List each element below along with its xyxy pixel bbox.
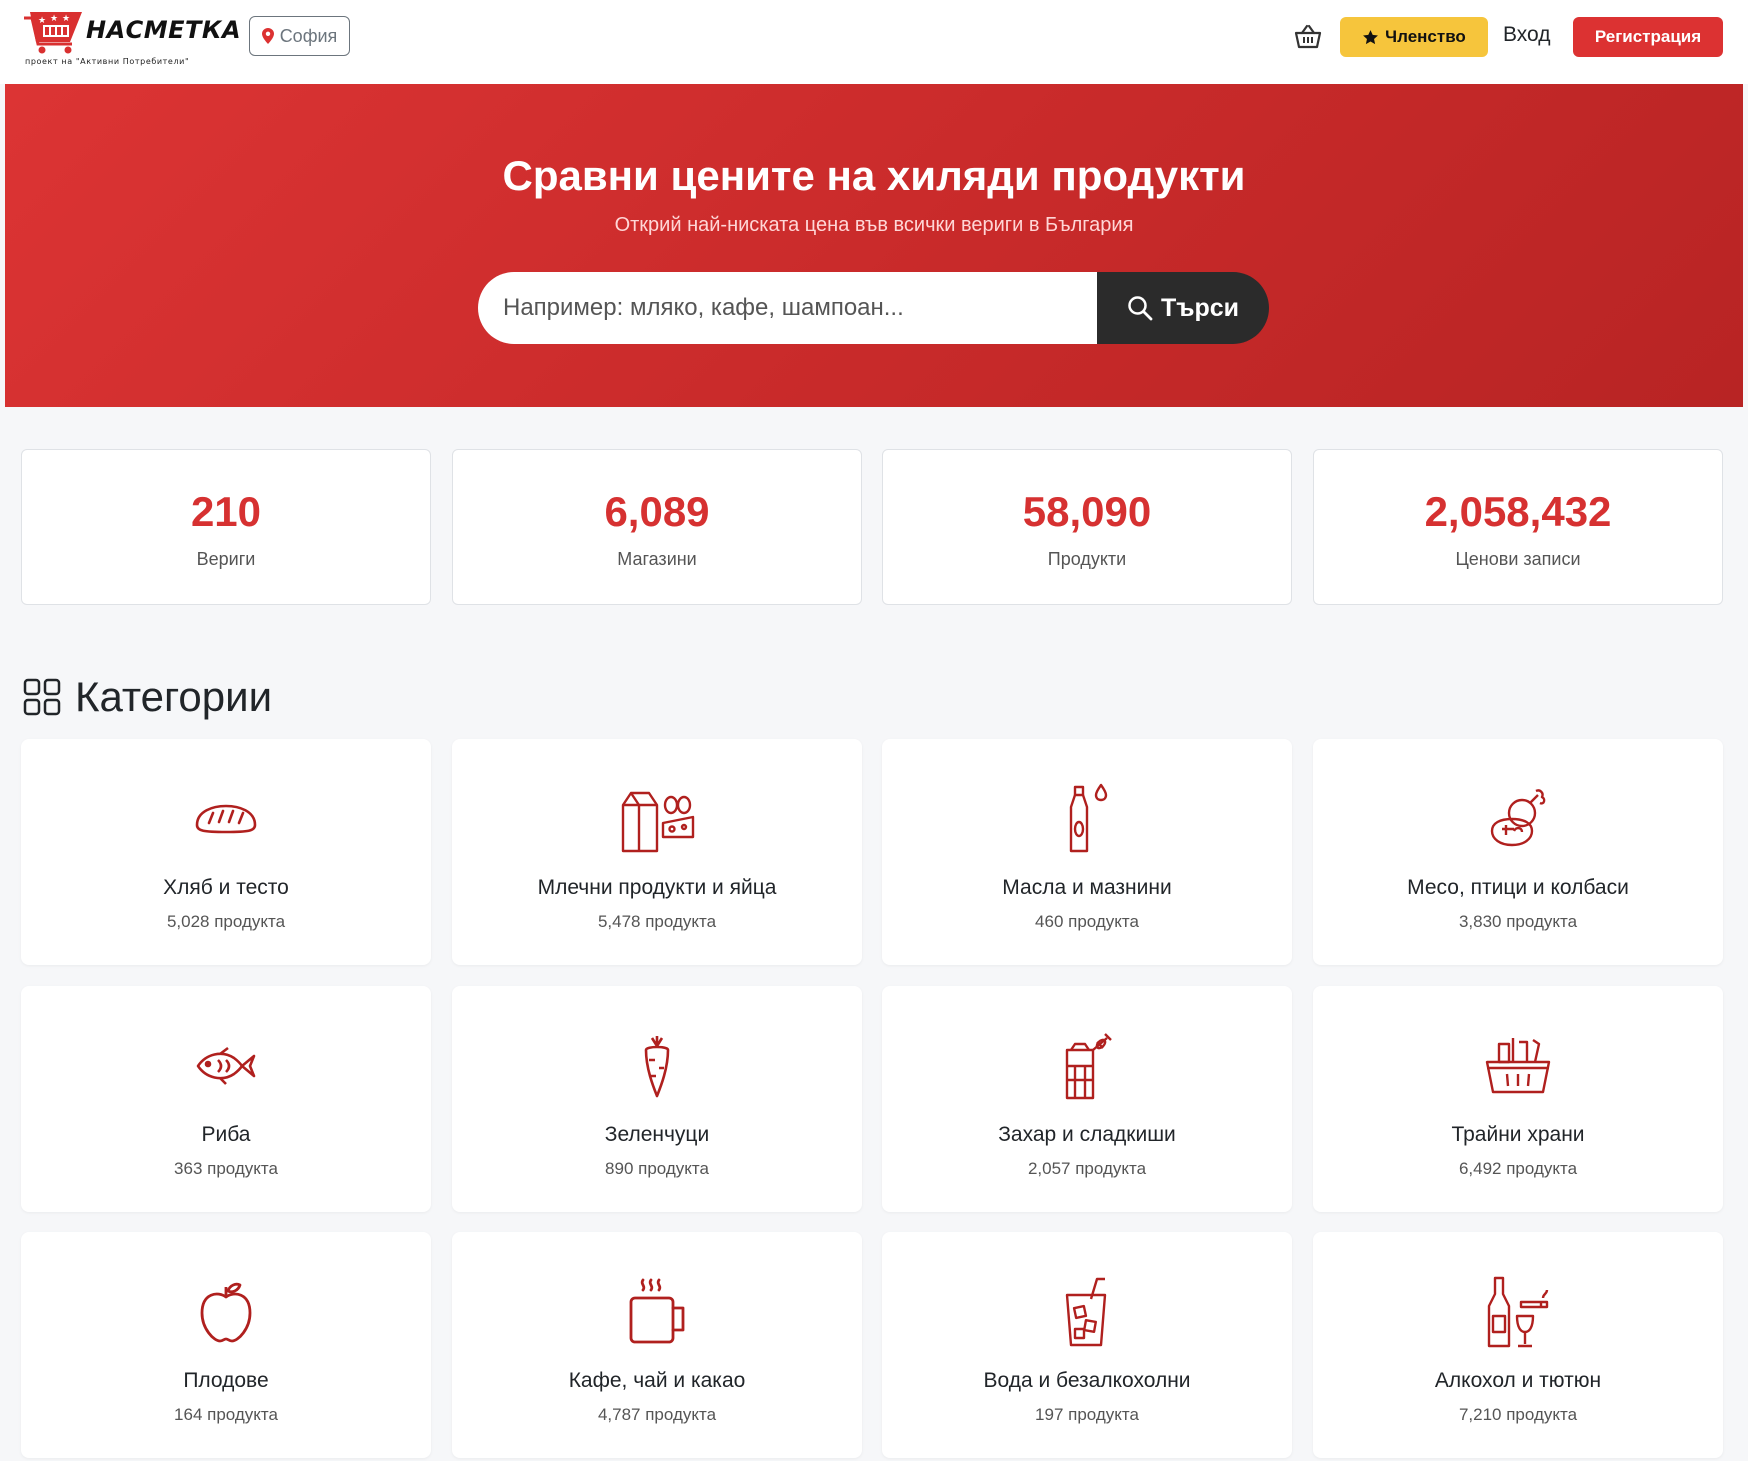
city-label: София [279, 25, 338, 46]
category-name: Хляб и тесто [163, 876, 289, 899]
product-search-form: Търси [478, 272, 1269, 344]
grid-icon [23, 678, 61, 716]
top-navbar: ★ ★ ★ НАСМЕТКА проект на "Активни Потреб… [0, 0, 1748, 84]
svg-text:★: ★ [50, 14, 58, 24]
category-count: 5,028 продукта [166, 912, 286, 931]
category-count: 5,478 продукта [597, 912, 717, 931]
category-card-fish[interactable]: Риба 363 продукта [21, 986, 431, 1212]
dairy-icon [617, 779, 697, 859]
category-name: Млечни продукти и яйца [537, 876, 777, 899]
grocery-basket-icon [1478, 1026, 1558, 1106]
category-count: 6,492 продукта [1458, 1159, 1578, 1178]
star-icon [1363, 29, 1379, 44]
category-count: 7,210 продукта [1458, 1405, 1578, 1424]
stat-label: Вериги [196, 549, 256, 569]
stat-card-price-records: 2,058,432 Ценови записи [1313, 449, 1723, 605]
register-button[interactable]: Регистрация [1573, 17, 1723, 57]
fish-icon [186, 1026, 266, 1106]
hot-mug-icon [617, 1272, 697, 1352]
hero-subtitle: Открий най-ниската цена във всички вериг… [614, 214, 1134, 236]
svg-text:★: ★ [62, 14, 70, 24]
logo-cart-icon: ★ ★ ★ [24, 12, 82, 54]
soft-drink-icon [1047, 1272, 1127, 1352]
logo-wordmark: НАСМЕТКА [86, 16, 242, 44]
category-card-fruits[interactable]: Плодове 164 продукта [21, 1232, 431, 1458]
meat-icon [1478, 779, 1558, 859]
hero-title: Сравни цените на хиляди продукти [502, 152, 1246, 199]
category-name: Захар и сладкиши [998, 1123, 1176, 1146]
category-name: Масла и мазнини [1002, 876, 1172, 899]
category-name: Алкохол и тютюн [1434, 1369, 1602, 1392]
categories-heading: Категории [23, 672, 272, 722]
category-card-bread[interactable]: Хляб и тесто 5,028 продукта [21, 739, 431, 965]
svg-text:★: ★ [38, 16, 46, 26]
category-name: Вода и безалкохолни [983, 1369, 1191, 1392]
category-card-vegetables[interactable]: Зеленчуци 890 продукта [452, 986, 862, 1212]
basket-icon [1294, 24, 1322, 49]
hero-banner: Сравни цените на хиляди продукти Открий … [5, 84, 1743, 407]
apple-icon [186, 1272, 266, 1352]
category-count: 460 продукта [1035, 912, 1139, 931]
product-search-input[interactable] [478, 272, 1098, 344]
categories-title: Категории [75, 673, 273, 720]
stat-label: Магазини [617, 549, 697, 569]
membership-button[interactable]: Членство [1340, 17, 1488, 57]
category-name: Кафе, чай и какао [568, 1369, 746, 1392]
category-card-oils[interactable]: Масла и мазнини 460 продукта [882, 739, 1292, 965]
membership-label: Членство [1385, 27, 1466, 46]
category-count: 363 продукта [174, 1159, 278, 1178]
login-link[interactable]: Вход [1503, 23, 1551, 47]
stat-label: Продукти [1047, 549, 1127, 569]
map-pin-icon [261, 28, 274, 44]
category-count: 2,057 продукта [1027, 1159, 1147, 1178]
category-count: 890 продукта [605, 1159, 709, 1178]
stat-value: 210 [190, 488, 262, 535]
alcohol-tobacco-icon [1478, 1272, 1558, 1352]
logo-tagline: проект на "Активни Потребители" [25, 57, 190, 66]
category-card-sweets[interactable]: Захар и сладкиши 2,057 продукта [882, 986, 1292, 1212]
category-count: 4,787 продукта [597, 1405, 717, 1424]
category-card-meat[interactable]: Месо, птици и колбаси 3,830 продукта [1313, 739, 1723, 965]
stat-card-chains: 210 Вериги [21, 449, 431, 605]
category-count: 197 продукта [1035, 1405, 1139, 1424]
stat-value: 6,089 [604, 488, 710, 535]
sweets-icon [1047, 1026, 1127, 1106]
category-name: Плодове [183, 1369, 269, 1392]
search-button-label: Търси [1160, 293, 1240, 322]
category-card-alcohol-tobacco[interactable]: Алкохол и тютюн 7,210 продукта [1313, 1232, 1723, 1458]
stat-card-stores: 6,089 Магазини [452, 449, 862, 605]
stat-value: 2,058,432 [1424, 488, 1612, 535]
shopping-basket-button[interactable] [1291, 20, 1325, 54]
category-card-coffee-tea[interactable]: Кафе, чай и какао 4,787 продукта [452, 1232, 862, 1458]
category-name: Месо, птици и колбаси [1407, 876, 1629, 899]
carrot-icon [617, 1026, 697, 1106]
site-logo[interactable]: ★ ★ ★ НАСМЕТКА проект на "Активни Потреб… [22, 8, 241, 68]
category-card-soft-drinks[interactable]: Вода и безалкохолни 197 продукта [882, 1232, 1292, 1458]
category-count: 164 продукта [174, 1405, 278, 1424]
category-card-dairy[interactable]: Млечни продукти и яйца 5,478 продукта [452, 739, 862, 965]
bread-icon [186, 779, 266, 859]
stat-label: Ценови записи [1455, 549, 1581, 569]
category-card-pantry[interactable]: Трайни храни 6,492 продукта [1313, 986, 1723, 1212]
category-count: 3,830 продукта [1458, 912, 1578, 931]
category-name: Трайни храни [1451, 1123, 1585, 1146]
stat-value: 58,090 [1022, 488, 1152, 535]
oil-bottle-icon [1047, 779, 1127, 859]
category-name: Риба [201, 1123, 251, 1146]
search-button[interactable]: Търси [1097, 272, 1269, 344]
search-icon [1128, 296, 1153, 321]
city-selector-button[interactable]: София [249, 16, 350, 56]
stat-card-products: 58,090 Продукти [882, 449, 1292, 605]
category-name: Зеленчуци [604, 1123, 710, 1146]
